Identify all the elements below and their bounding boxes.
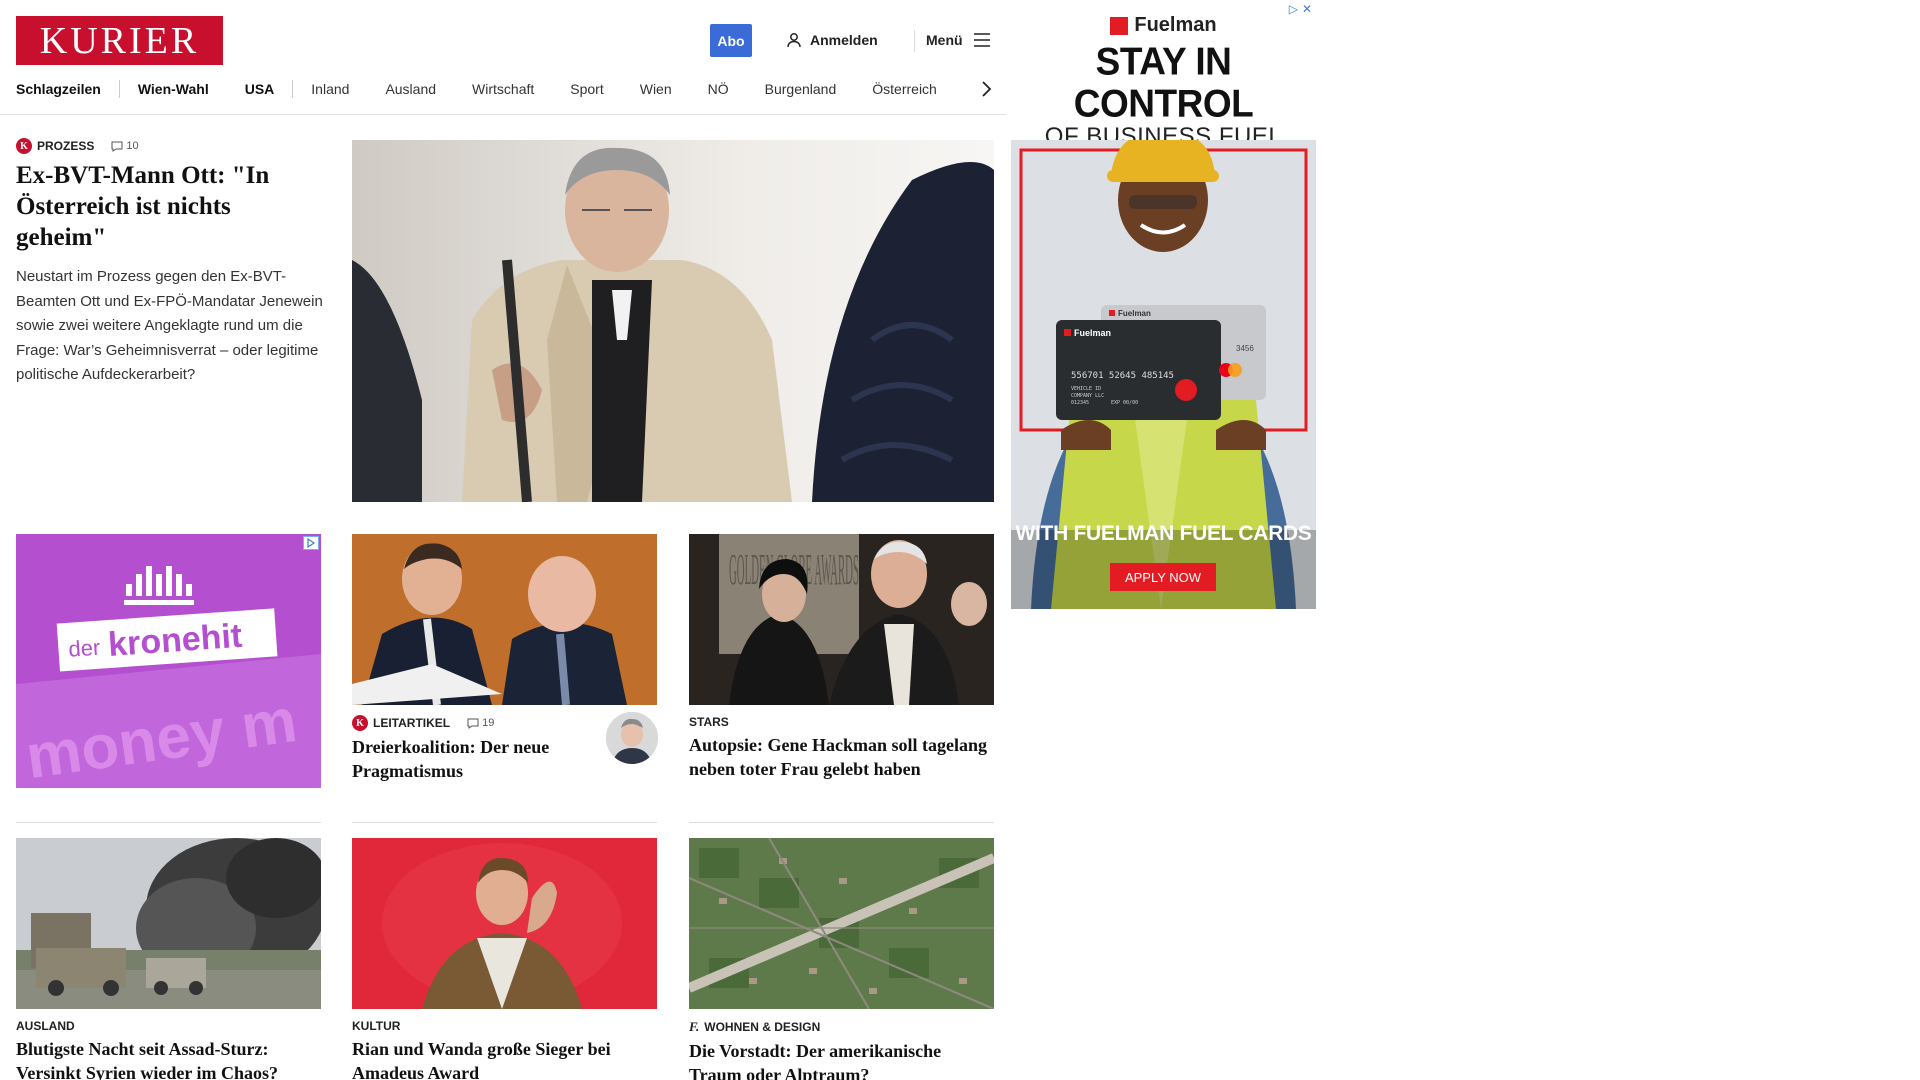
article-image[interactable]: GOLDEN GLOBE AWARDS — [689, 534, 994, 705]
nav-item-usa[interactable]: USA — [227, 81, 293, 97]
login-label: Anmelden — [810, 32, 878, 48]
card-headline[interactable]: Dreierkoalition: Der neue Pragmatismus — [352, 735, 582, 783]
card-headline[interactable]: Die Vorstadt: Der amerikanische Traum od… — [689, 1039, 994, 1080]
abo-button[interactable]: Abo — [710, 24, 752, 57]
login-button[interactable]: Anmelden — [786, 28, 878, 52]
card-line-1: VEHICLE ID — [1071, 386, 1101, 392]
lead-teaser: Neustart im Prozess gegen den Ex-BVT-Bea… — [16, 268, 323, 383]
header-divider — [914, 30, 915, 52]
card-exp: EXP 00/00 — [1111, 400, 1138, 406]
suburb-aerial-photo — [689, 838, 994, 1009]
comment-icon — [467, 718, 479, 729]
author-photo — [606, 712, 658, 764]
article-image[interactable] — [352, 534, 657, 705]
hackman-photo: GOLDEN GLOBE AWARDS — [689, 534, 994, 705]
fuelman-logo: Fuelman — [1011, 14, 1316, 37]
fuelman-headline: STAY IN CONTROL — [1073, 39, 1254, 125]
lead-article[interactable]: K PROZESS 10 Ex-BVT-Mann Ott: "In Österr… — [16, 138, 323, 388]
row-divider — [16, 822, 321, 823]
fuelman-brand: Fuelman — [1134, 14, 1217, 36]
comment-count-value: 19 — [482, 717, 495, 729]
section-nav: Schlagzeilen Wien-Wahl USA Inland Auslan… — [16, 76, 996, 102]
amadeus-photo — [352, 838, 657, 1009]
kronehit-ad[interactable]: money m der kronehit — [16, 534, 321, 788]
article-card[interactable]: f. WOHNEN & DESIGN Die Vorstadt: Der ame… — [689, 838, 994, 1080]
kronehit-ad-art: money m der kronehit — [16, 534, 321, 788]
menu-label: Menü — [926, 32, 963, 48]
article-card[interactable]: GOLDEN GLOBE AWARDS STARS Autopsie: Gene… — [689, 534, 994, 781]
fuelman-square-icon — [1110, 16, 1129, 35]
article-card[interactable]: KULTUR Rian und Wanda große Sieger bei A… — [352, 838, 657, 1080]
kurier-logo[interactable]: KURIER — [16, 16, 223, 65]
site-header: KURIER Abo Anmelden Menü Schlagzeilen Wi… — [0, 0, 1006, 115]
fuelman-ad-header: Fuelman STAY IN CONTROL OF BUSINESS FUEL… — [1011, 0, 1316, 178]
card-kicker-label: STARS — [689, 715, 729, 729]
card-line-3: 012345 — [1071, 400, 1089, 406]
card-kicker-label: KULTUR — [352, 1019, 401, 1033]
politicians-photo — [352, 534, 657, 705]
row-divider — [689, 822, 994, 823]
nav-item-ausland[interactable]: Ausland — [367, 81, 454, 97]
card-headline[interactable]: Autopsie: Gene Hackman soll tagelang neb… — [689, 733, 994, 781]
chevron-right-icon[interactable] — [978, 79, 994, 99]
lead-headline[interactable]: Ex-BVT-Mann Ott: "In Österreich ist nich… — [16, 160, 323, 253]
card-kicker-label: LEITARTIKEL — [373, 716, 451, 730]
ad-controls: ▷ ✕ — [1289, 2, 1312, 16]
lead-photo — [352, 140, 994, 502]
card-headline[interactable]: Rian und Wanda große Sieger bei Amadeus … — [352, 1037, 657, 1080]
article-image[interactable] — [16, 838, 321, 1009]
nav-item-wien[interactable]: Wien — [622, 81, 690, 97]
card-headline[interactable]: Blutigste Nacht seit Assad-Sturz: Versin… — [16, 1037, 321, 1080]
card-kicker: KULTUR — [352, 1019, 657, 1033]
nav-item-oesterreich[interactable]: Österreich — [854, 81, 955, 97]
nav-item-wien-wahl[interactable]: Wien-Wahl — [120, 81, 227, 97]
article-image[interactable] — [689, 838, 994, 1009]
menu-button[interactable]: Menü — [926, 28, 991, 52]
nav-item-sport[interactable]: Sport — [552, 81, 621, 97]
lead-image[interactable] — [352, 140, 994, 502]
comment-count-value: 10 — [126, 140, 139, 152]
kurier-k-icon: K — [16, 138, 32, 154]
hamburger-icon — [973, 33, 990, 47]
nav-item-burgenland[interactable]: Burgenland — [747, 81, 855, 97]
nav-item-noe[interactable]: NÖ — [690, 81, 747, 97]
card-kicker: AUSLAND — [16, 1019, 321, 1033]
comment-icon — [111, 141, 123, 152]
article-image[interactable] — [352, 838, 657, 1009]
nav-item-wirtschaft[interactable]: Wirtschaft — [454, 81, 552, 97]
lead-kicker-label: PROZESS — [37, 139, 95, 153]
nav-item-inland[interactable]: Inland — [293, 81, 367, 97]
syria-photo — [16, 838, 321, 1009]
nav-item-schlagzeilen[interactable]: Schlagzeilen — [16, 81, 119, 97]
comment-count[interactable]: 10 — [111, 140, 139, 152]
card-kicker: f. WOHNEN & DESIGN — [689, 1019, 994, 1035]
adchoices-icon[interactable]: ▷ — [1289, 2, 1298, 16]
comment-count[interactable]: 19 — [467, 717, 494, 729]
card-last-digits: 3456 — [1236, 344, 1254, 353]
article-card[interactable]: AUSLAND Blutigste Nacht seit Assad-Sturz… — [16, 838, 321, 1080]
kronehit-logo-der: der — [68, 635, 101, 662]
card-kicker: STARS — [689, 715, 994, 729]
fuelman-ad[interactable]: Fuelman STAY IN CONTROL OF BUSINESS FUEL… — [1011, 0, 1316, 609]
user-icon — [787, 33, 801, 48]
fuelman-bottom-text: WITH FUELMAN FUEL CARDS — [1015, 522, 1312, 545]
adchoices-icon[interactable] — [303, 536, 319, 550]
card-kicker-label: AUSLAND — [16, 1019, 75, 1033]
card-brand-label: Fuelman — [1074, 328, 1111, 338]
lead-kicker: K PROZESS 10 — [16, 138, 323, 154]
kurier-k-icon: K — [352, 715, 368, 731]
card-line-2: COMPANY LLC — [1071, 393, 1104, 399]
wohnen-icon: f. — [689, 1019, 700, 1034]
card-brand-label-small: Fuelman — [1118, 309, 1151, 318]
row-divider — [352, 822, 657, 823]
card-kicker-label: WOHNEN & DESIGN — [704, 1020, 821, 1034]
card-number: 556701 52645 485145 — [1071, 371, 1174, 381]
close-icon[interactable]: ✕ — [1302, 2, 1312, 16]
apply-now-button[interactable]: APPLY NOW — [1110, 563, 1216, 591]
author-avatar[interactable] — [606, 712, 658, 764]
